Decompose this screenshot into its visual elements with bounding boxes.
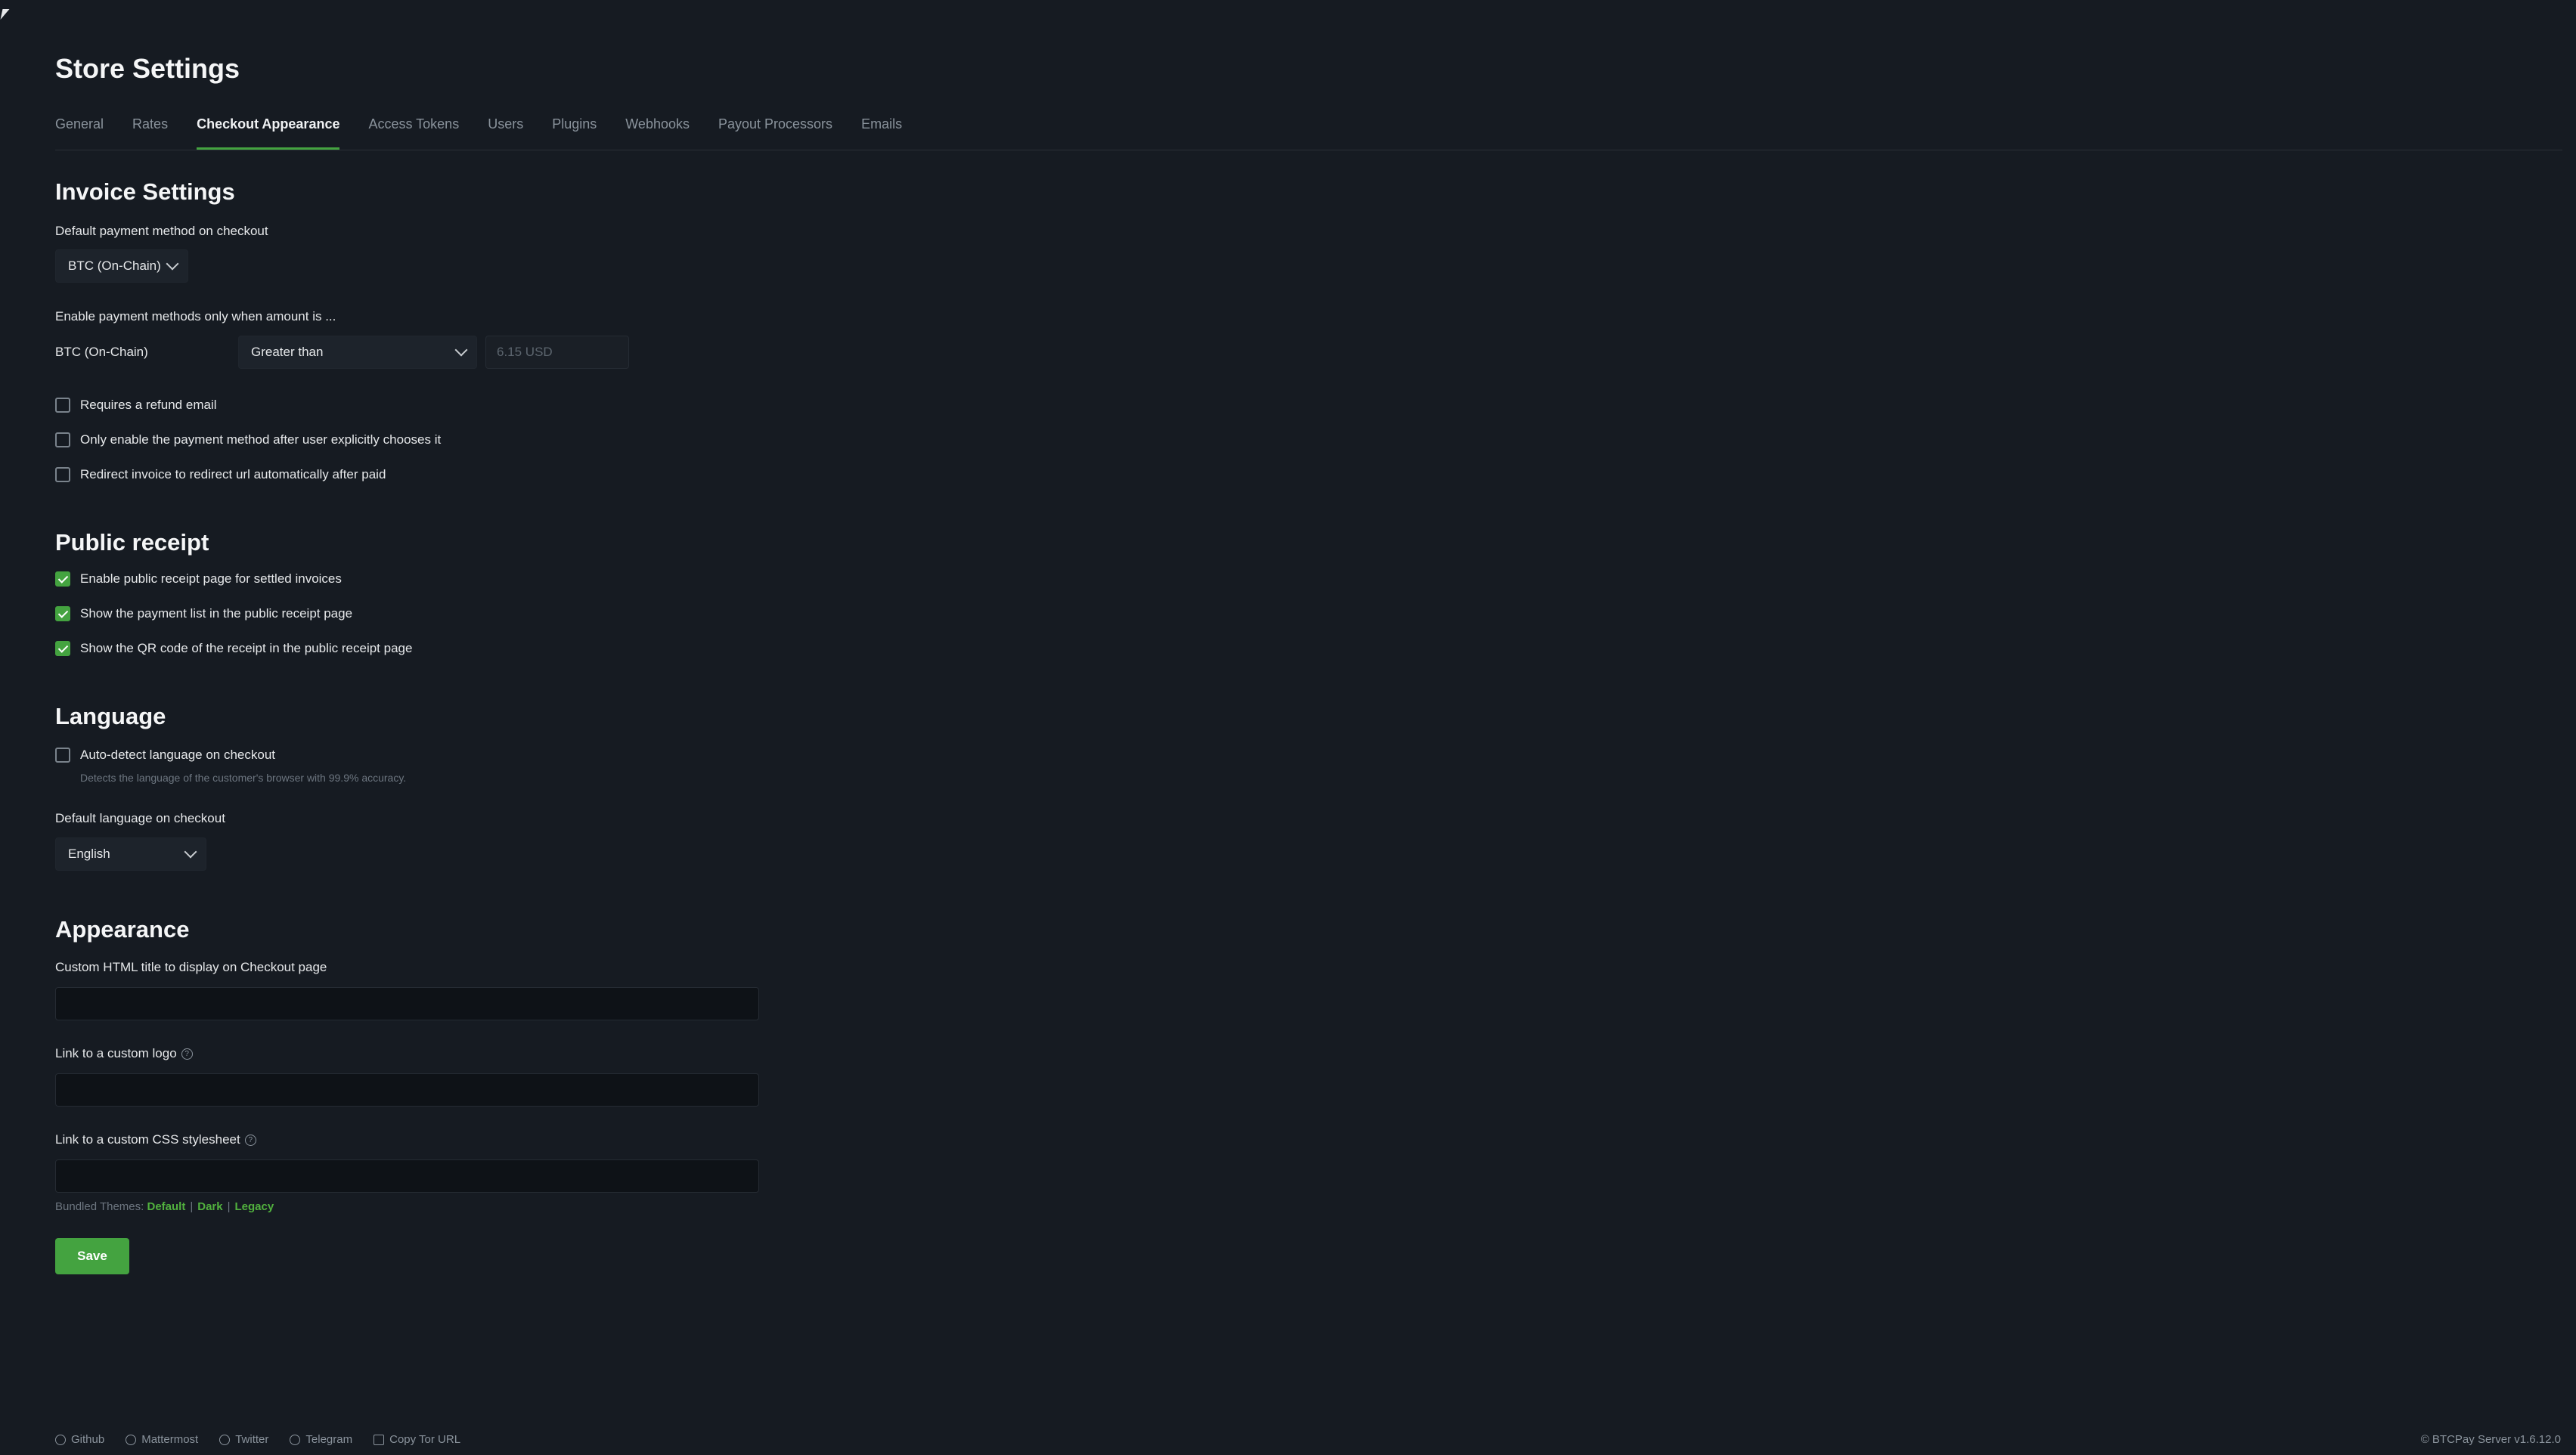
- footer-telegram-link[interactable]: Telegram: [290, 1433, 352, 1446]
- tab-rates[interactable]: Rates: [132, 113, 168, 147]
- auto-detect-checkbox-row[interactable]: Auto-detect language on checkout: [55, 748, 275, 763]
- rule-amount-placeholder: 6.15 USD: [497, 345, 553, 359]
- mattermost-icon: [126, 1434, 137, 1445]
- custom-css-input[interactable]: [55, 1159, 759, 1193]
- auto-detect-label: Auto-detect language on checkout: [80, 748, 276, 762]
- html-title-label: Custom HTML title to display on Checkout…: [55, 960, 327, 974]
- receipt-enable-checkbox[interactable]: [55, 571, 70, 587]
- settings-tabs: General Rates Checkout Appearance Access…: [55, 113, 2562, 150]
- github-icon: [55, 1434, 66, 1445]
- theme-dark-link[interactable]: Dark: [197, 1200, 222, 1213]
- receipt-payment-list-checkbox[interactable]: [55, 606, 70, 621]
- theme-default-link[interactable]: Default: [147, 1200, 185, 1213]
- auto-redirect-checkbox[interactable]: [55, 467, 70, 482]
- tab-users[interactable]: Users: [488, 113, 523, 147]
- refund-email-checkbox-row[interactable]: Requires a refund email: [55, 398, 216, 413]
- explicit-choice-label: Only enable the payment method after use…: [80, 432, 442, 447]
- telegram-icon: [290, 1434, 301, 1445]
- public-receipt-heading: Public receipt: [55, 529, 209, 556]
- auto-redirect-label: Redirect invoice to redirect url automat…: [80, 467, 386, 481]
- footer-tor-link[interactable]: Copy Tor URL: [374, 1433, 460, 1446]
- custom-css-label-text: Link to a custom CSS stylesheet: [55, 1132, 240, 1147]
- default-method-select[interactable]: BTC (On-Chain): [55, 249, 188, 283]
- html-title-input[interactable]: [55, 987, 759, 1020]
- tab-plugins[interactable]: Plugins: [552, 113, 597, 147]
- receipt-enable-checkbox-row[interactable]: Enable public receipt page for settled i…: [55, 571, 342, 587]
- question-circle-icon[interactable]: ?: [244, 1135, 256, 1147]
- appearance-heading: Appearance: [55, 916, 190, 943]
- default-language-label: Default language on checkout: [55, 811, 225, 825]
- chevron-down-icon: [166, 257, 179, 271]
- auto-detect-help: Detects the language of the customer's b…: [80, 772, 407, 784]
- receipt-qr-checkbox[interactable]: [55, 641, 70, 656]
- receipt-qr-checkbox-row[interactable]: Show the QR code of the receipt in the p…: [55, 641, 412, 656]
- question-circle-icon[interactable]: ?: [181, 1048, 193, 1060]
- custom-logo-label: Link to a custom logo?: [55, 1046, 193, 1061]
- footer-github-link[interactable]: Github: [55, 1433, 104, 1446]
- version-label: © BTCPay Server v1.6.12.0: [2420, 1433, 2561, 1446]
- chevron-down-icon: [184, 845, 197, 859]
- page-title: Store Settings: [55, 53, 240, 84]
- default-method-value: BTC (On-Chain): [68, 258, 161, 273]
- receipt-enable-label: Enable public receipt page for settled i…: [80, 571, 342, 586]
- footer-tor-label: Copy Tor URL: [389, 1433, 461, 1446]
- twitter-icon: [219, 1434, 231, 1445]
- tab-webhooks[interactable]: Webhooks: [625, 113, 690, 147]
- footer-github-label: Github: [71, 1433, 105, 1446]
- default-language-select[interactable]: English: [55, 837, 206, 871]
- refund-email-label: Requires a refund email: [80, 398, 217, 412]
- receipt-payment-list-label: Show the payment list in the public rece…: [80, 606, 353, 621]
- custom-logo-label-text: Link to a custom logo: [55, 1046, 177, 1060]
- footer-twitter-link[interactable]: Twitter: [219, 1433, 268, 1446]
- footer-telegram-label: Telegram: [305, 1433, 353, 1446]
- enable-when-label: Enable payment methods only when amount …: [55, 309, 336, 324]
- language-heading: Language: [55, 703, 166, 729]
- tab-general[interactable]: General: [55, 113, 104, 147]
- tab-emails[interactable]: Emails: [861, 113, 902, 147]
- custom-css-label: Link to a custom CSS stylesheet?: [55, 1132, 256, 1147]
- custom-logo-input[interactable]: [55, 1073, 759, 1107]
- save-button[interactable]: Save: [55, 1238, 129, 1274]
- explicit-choice-checkbox-row[interactable]: Only enable the payment method after use…: [55, 432, 441, 447]
- tab-payout-processors[interactable]: Payout Processors: [718, 113, 832, 147]
- theme-legacy-link[interactable]: Legacy: [235, 1200, 274, 1213]
- auto-redirect-checkbox-row[interactable]: Redirect invoice to redirect url automat…: [55, 467, 386, 482]
- theme-separator: |: [190, 1200, 194, 1213]
- refund-email-checkbox[interactable]: [55, 398, 70, 413]
- tab-access-tokens[interactable]: Access Tokens: [368, 113, 459, 147]
- bundled-themes: Bundled Themes: Default | Dark | Legacy: [55, 1200, 274, 1213]
- default-language-value: English: [68, 847, 110, 861]
- receipt-qr-label: Show the QR code of the receipt in the p…: [80, 641, 413, 655]
- footer-twitter-label: Twitter: [235, 1433, 269, 1446]
- tor-icon: [374, 1434, 385, 1445]
- rule-amount-input[interactable]: 6.15 USD: [485, 336, 629, 369]
- auto-detect-checkbox[interactable]: [55, 748, 70, 763]
- receipt-payment-list-checkbox-row[interactable]: Show the payment list in the public rece…: [55, 606, 352, 621]
- mouse-cursor: [0, 9, 10, 20]
- explicit-choice-checkbox[interactable]: [55, 432, 70, 447]
- footer-mattermost-link[interactable]: Mattermost: [126, 1433, 198, 1446]
- theme-separator: |: [227, 1200, 231, 1213]
- footer-links: Github Mattermost Twitter Telegram Copy …: [55, 1433, 460, 1446]
- rule-method-label: BTC (On-Chain): [55, 345, 148, 359]
- default-method-label: Default payment method on checkout: [55, 224, 268, 238]
- footer-mattermost-label: Mattermost: [141, 1433, 199, 1446]
- invoice-settings-heading: Invoice Settings: [55, 178, 235, 205]
- rule-condition-select[interactable]: Greater than: [238, 336, 477, 369]
- bundled-themes-prefix: Bundled Themes:: [55, 1200, 144, 1213]
- chevron-down-icon: [454, 343, 468, 357]
- tab-checkout-appearance[interactable]: Checkout Appearance: [197, 113, 340, 150]
- rule-condition-value: Greater than: [251, 345, 324, 359]
